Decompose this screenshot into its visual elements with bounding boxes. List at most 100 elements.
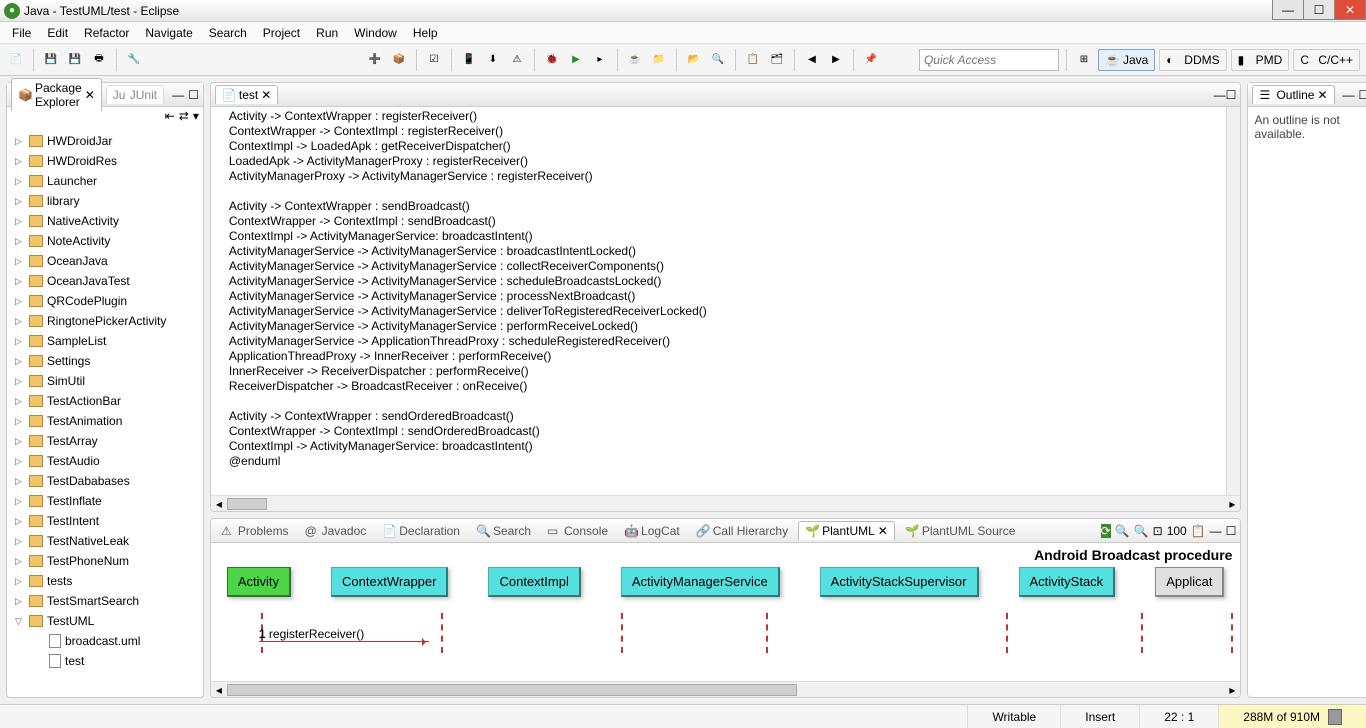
tab-problems[interactable]: ⚠Problems — [215, 522, 295, 540]
tab-plantuml-source[interactable]: 🌱PlantUML Source — [899, 522, 1022, 540]
close-button[interactable]: ✕ — [1334, 0, 1366, 20]
tree-item[interactable]: QRCodePlugin — [9, 291, 201, 311]
tree-item[interactable]: TestNativeLeak — [9, 531, 201, 551]
tree-item[interactable]: tests — [9, 571, 201, 591]
close-icon[interactable]: ✕ — [1317, 88, 1327, 102]
perspective-c[interactable]: CC/C++ — [1293, 49, 1360, 71]
menu-search[interactable]: Search — [201, 24, 255, 42]
menu-run[interactable]: Run — [308, 24, 346, 42]
tree-item[interactable]: SampleList — [9, 331, 201, 351]
quick-access-input[interactable] — [919, 49, 1059, 71]
close-icon[interactable]: ✕ — [261, 88, 271, 102]
open-type-button[interactable]: 📂 — [684, 50, 704, 70]
lint-button[interactable]: ⚠ — [507, 50, 527, 70]
new-class-button[interactable]: ➕ — [365, 50, 385, 70]
task-button[interactable]: 🗂 — [767, 50, 787, 70]
copy-icon[interactable]: 📋 — [1191, 524, 1206, 538]
tree-item[interactable]: broadcast.uml — [9, 631, 201, 651]
pin-button[interactable]: 📌 — [861, 50, 881, 70]
junit-tab[interactable]: Ju JUnit — [106, 85, 164, 104]
tree-item[interactable]: TestArray — [9, 431, 201, 451]
tree-item[interactable]: TestUML — [9, 611, 201, 631]
debug-button[interactable]: 🐞 — [542, 50, 562, 70]
minimize-icon[interactable]: — — [1210, 524, 1222, 538]
tree-item[interactable]: TestInflate — [9, 491, 201, 511]
minimize-button[interactable]: — — [1272, 0, 1304, 20]
close-icon[interactable]: ✕ — [85, 88, 95, 102]
tab-logcat[interactable]: 🤖LogCat — [618, 522, 686, 540]
refresh-icon[interactable]: ⟳ — [1101, 524, 1111, 538]
tree-item[interactable]: TestAnimation — [9, 411, 201, 431]
back-button[interactable]: ◀ — [802, 50, 822, 70]
new-java-button[interactable]: ☕ — [625, 50, 645, 70]
zoom-100-icon[interactable]: 100 — [1167, 524, 1187, 538]
tab-console[interactable]: ▭Console — [541, 522, 614, 540]
link-editor-button[interactable]: ⇄ — [179, 109, 189, 127]
checkbox-button[interactable]: ☑ — [424, 50, 444, 70]
tree-item[interactable]: TestAudio — [9, 451, 201, 471]
save-button[interactable]: 💾 — [41, 50, 61, 70]
gc-icon[interactable] — [1328, 709, 1342, 725]
status-memory[interactable]: 288M of 910M — [1218, 705, 1366, 728]
tab-search[interactable]: 🔍Search — [470, 522, 537, 540]
collapse-all-button[interactable]: ⇤ — [165, 109, 175, 127]
menu-navigate[interactable]: Navigate — [137, 24, 200, 42]
run-button[interactable]: ▶ — [566, 50, 586, 70]
maximize-button[interactable]: ☐ — [1303, 0, 1335, 20]
minimize-icon[interactable]: — — [172, 88, 184, 102]
tree-item[interactable]: RingtonePickerActivity — [9, 311, 201, 331]
fit-icon[interactable]: ⊡ — [1153, 524, 1163, 538]
tab-callhierarchy[interactable]: 🔗Call Hierarchy — [690, 522, 794, 540]
tree-item[interactable]: OceanJava — [9, 251, 201, 271]
vertical-scrollbar[interactable] — [1226, 107, 1240, 495]
tree-item[interactable]: library — [9, 191, 201, 211]
maximize-icon[interactable]: ☐ — [1226, 88, 1237, 102]
zoom-in-icon[interactable]: 🔍 — [1115, 524, 1130, 538]
avd-button[interactable]: 📱 — [459, 50, 479, 70]
minimize-icon[interactable]: — — [1214, 88, 1226, 102]
package-tree[interactable]: HWDroidJarHWDroidResLauncherlibraryNativ… — [7, 129, 203, 697]
menu-file[interactable]: File — [4, 24, 39, 42]
menu-project[interactable]: Project — [255, 24, 308, 42]
tree-item[interactable]: OceanJavaTest — [9, 271, 201, 291]
tree-item[interactable]: Settings — [9, 351, 201, 371]
view-menu-button[interactable]: ▾ — [193, 109, 199, 127]
print-button[interactable]: 🖶 — [89, 50, 109, 70]
horizontal-scrollbar[interactable]: ◂ ▸ — [211, 495, 1241, 511]
editor-tab-test[interactable]: 📄 test ✕ — [215, 85, 278, 104]
tree-item[interactable]: TestSmartSearch — [9, 591, 201, 611]
menu-window[interactable]: Window — [346, 24, 405, 42]
annotation-button[interactable]: 📋 — [743, 50, 763, 70]
tree-item[interactable]: SimUtil — [9, 371, 201, 391]
perspective-java[interactable]: ☕Java — [1098, 49, 1155, 71]
tab-declaration[interactable]: 📄Declaration — [376, 522, 466, 540]
search-button[interactable]: 🔍 — [708, 50, 728, 70]
save-all-button[interactable]: 💾 — [65, 50, 85, 70]
outline-tab[interactable]: ☰ Outline ✕ — [1252, 85, 1334, 104]
build-button[interactable]: 🔧 — [124, 50, 144, 70]
tree-item[interactable]: TestIntent — [9, 511, 201, 531]
tree-item[interactable]: HWDroidJar — [9, 131, 201, 151]
menu-help[interactable]: Help — [405, 24, 446, 42]
tree-item[interactable]: HWDroidRes — [9, 151, 201, 171]
zoom-out-icon[interactable]: 🔍 — [1134, 524, 1149, 538]
tree-item[interactable]: TestActionBar — [9, 391, 201, 411]
open-perspective-button[interactable]: ⊞ — [1074, 50, 1094, 70]
tree-item[interactable]: test — [9, 651, 201, 671]
menu-edit[interactable]: Edit — [39, 24, 76, 42]
tab-javadoc[interactable]: @Javadoc — [299, 522, 373, 540]
new-jproject-button[interactable]: 📁 — [649, 50, 669, 70]
maximize-icon[interactable]: ☐ — [1226, 524, 1237, 538]
new-package-button[interactable]: 📦 — [389, 50, 409, 70]
tree-item[interactable]: NoteActivity — [9, 231, 201, 251]
forward-button[interactable]: ▶ — [826, 50, 846, 70]
tree-item[interactable]: NativeActivity — [9, 211, 201, 231]
editor-text[interactable]: Activity -> ContextWrapper : registerRec… — [211, 107, 1241, 495]
tab-plantuml[interactable]: 🌱PlantUML ✕ — [798, 521, 895, 540]
tree-item[interactable]: TestPhoneNum — [9, 551, 201, 571]
new-button[interactable]: 📄 — [6, 50, 26, 70]
sdk-button[interactable]: ⬇ — [483, 50, 503, 70]
minimize-icon[interactable]: — — [1343, 88, 1355, 102]
diagram-scrollbar[interactable]: ◂ ▸ — [211, 681, 1241, 697]
run-last-button[interactable]: ▸ — [590, 50, 610, 70]
